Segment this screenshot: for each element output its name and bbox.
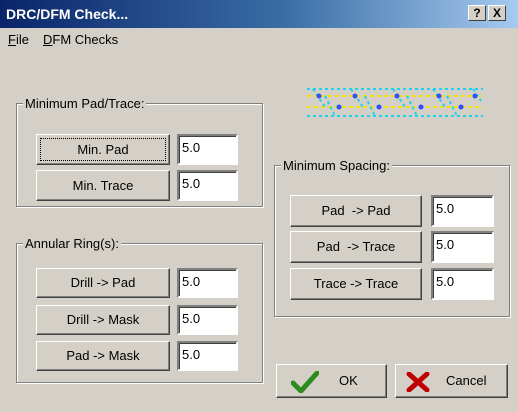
- pad-mask-button[interactable]: Pad -> Mask: [36, 341, 170, 371]
- pad-mask-field[interactable]: 5.0: [177, 341, 238, 371]
- ok-label: OK: [339, 373, 358, 388]
- drill-pad-field[interactable]: 5.0: [177, 268, 238, 298]
- trace-trace-button[interactable]: Trace -> Trace: [290, 268, 422, 300]
- close-button[interactable]: X: [488, 5, 506, 21]
- trace-pattern-icon: [305, 83, 485, 125]
- min-pad-field[interactable]: 5.0: [177, 134, 238, 165]
- window-title: DRC/DFM Check...: [6, 6, 129, 22]
- min-pad-button[interactable]: Min. Pad: [36, 134, 170, 165]
- pad-trace-button[interactable]: Pad -> Trace: [290, 231, 422, 263]
- help-button[interactable]: ?: [468, 5, 486, 21]
- min-spacing-label: Minimum Spacing:: [281, 158, 392, 173]
- drill-pad-button[interactable]: Drill -> Pad: [36, 268, 170, 298]
- pad-pad-field[interactable]: 5.0: [431, 195, 494, 227]
- drill-mask-button[interactable]: Drill -> Mask: [36, 305, 170, 335]
- min-trace-field[interactable]: 5.0: [177, 170, 238, 201]
- checkmark-icon: [290, 370, 320, 405]
- pad-trace-field[interactable]: 5.0: [431, 231, 494, 263]
- min-trace-button[interactable]: Min. Trace: [36, 170, 170, 201]
- min-pad-trace-label: Minimum Pad/Trace:: [23, 96, 147, 111]
- trace-trace-field[interactable]: 5.0: [431, 268, 494, 300]
- title-bar: DRC/DFM Check... ? X: [0, 0, 518, 28]
- x-mark-icon: [406, 371, 430, 404]
- ok-button[interactable]: OK: [276, 364, 387, 398]
- menu-bar: File DFM Checks: [0, 28, 518, 50]
- drill-mask-field[interactable]: 5.0: [177, 305, 238, 335]
- cancel-button[interactable]: Cancel: [395, 364, 508, 398]
- annular-ring-label: Annular Ring(s):: [23, 236, 121, 251]
- menu-dfm-checks[interactable]: DFM Checks: [43, 32, 118, 47]
- pad-pad-button[interactable]: Pad -> Pad: [290, 195, 422, 227]
- menu-file[interactable]: File: [8, 32, 29, 47]
- cancel-label: Cancel: [446, 373, 487, 388]
